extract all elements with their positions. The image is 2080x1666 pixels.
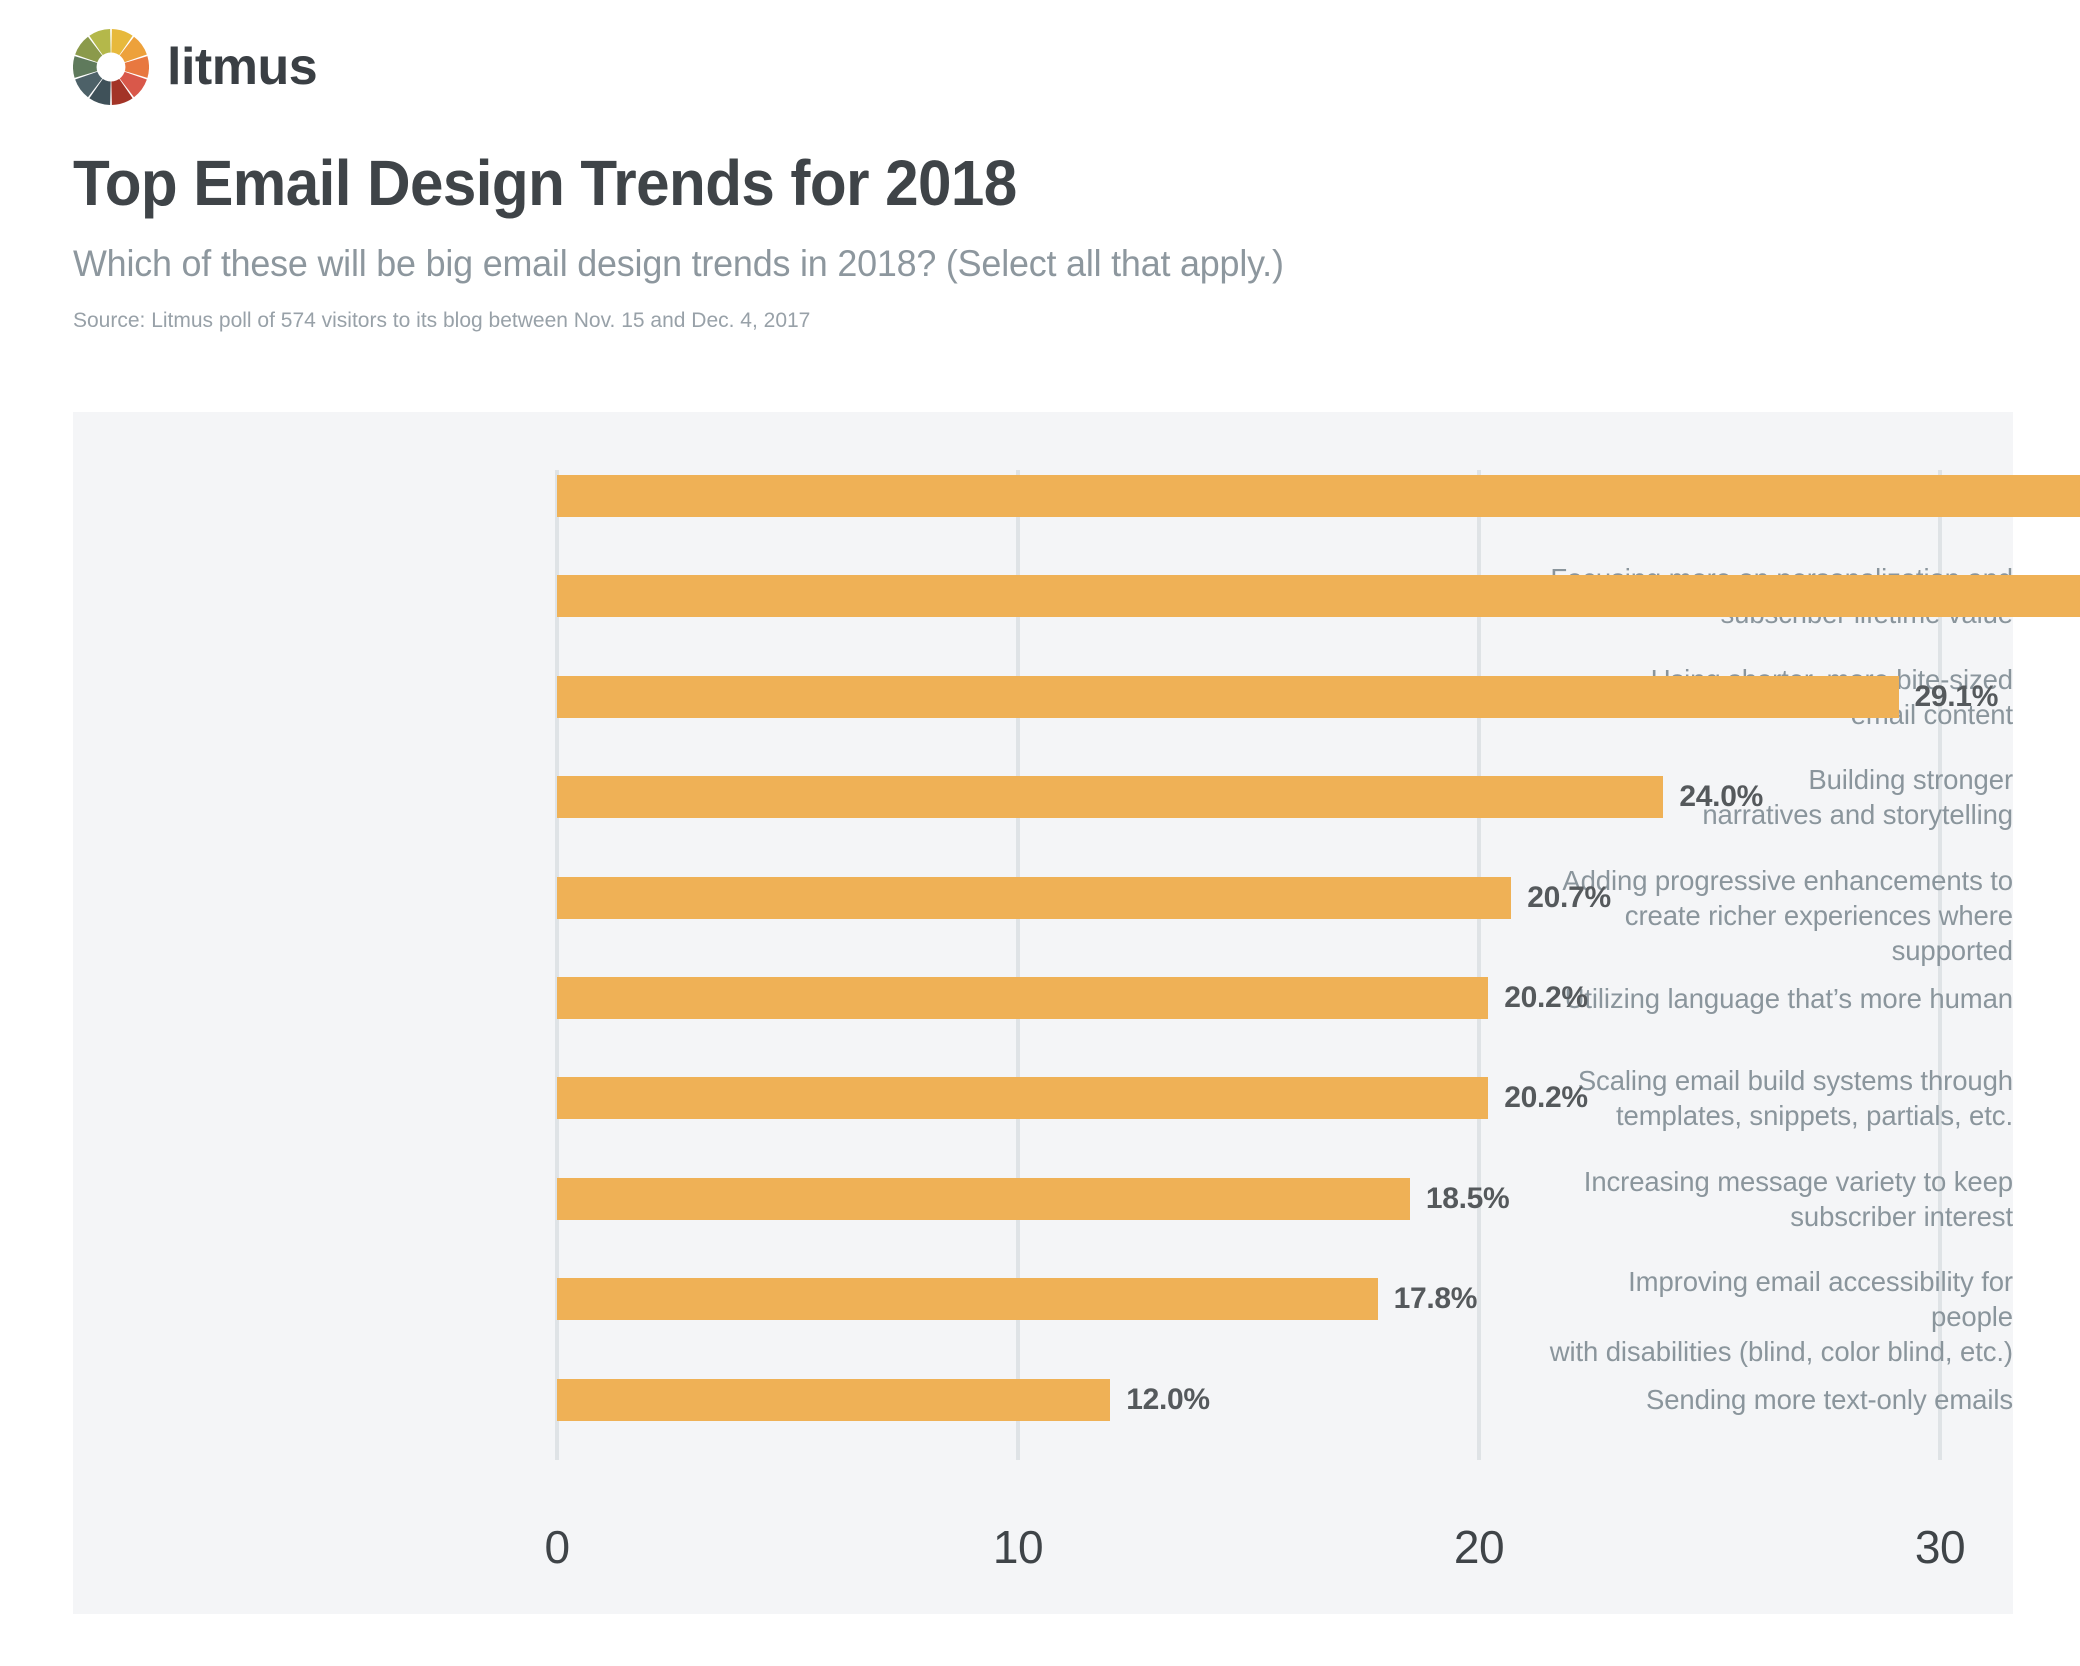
bar	[557, 1077, 1489, 1120]
bar	[557, 675, 1899, 718]
bar-value-label: 29.1%	[1914, 679, 1999, 713]
bar-value-label: 24.0%	[1679, 780, 1763, 814]
bar	[557, 475, 2080, 517]
x-axis-tick-label: 20	[1453, 1521, 1505, 1573]
category-label: Scaling email build systems through temp…	[1577, 1065, 2013, 1132]
bar	[557, 776, 1664, 819]
bar	[557, 876, 1512, 919]
x-axis-tick-label: 30	[1914, 1521, 1966, 1573]
bar-value-label: 20.7%	[1527, 880, 1611, 914]
bar-value-label: 12.0%	[1126, 1382, 1210, 1416]
bar-value-label: 20.2%	[1504, 1081, 1588, 1115]
bar-value-label: 17.8%	[1393, 1282, 1478, 1316]
page-title: Top Email Design Trends for 2018	[73, 147, 1017, 219]
brand-wordmark: litmus	[167, 38, 318, 96]
category-label: Adding progressive enhancements to creat…	[1562, 864, 2013, 966]
chart-panel: Creating interactive email experiences44…	[73, 412, 2080, 1614]
chart-page: litmus Top Email Design Trends for 2018 …	[0, 0, 2080, 1666]
bar-value-label: 18.5%	[1425, 1181, 1510, 1215]
page-subtitle: Which of these will be big email design …	[73, 242, 1284, 284]
bar	[557, 1278, 1378, 1321]
x-axis-tick-label: 10	[992, 1521, 1044, 1573]
page-header: litmus Top Email Design Trends for 2018 …	[73, 26, 2013, 333]
bar	[557, 1177, 1410, 1220]
x-axis-tick-label: 0	[544, 1521, 570, 1573]
bar	[557, 575, 2080, 618]
bar	[557, 977, 1489, 1019]
source-note: Source: Litmus poll of 574 visitors to i…	[73, 308, 811, 332]
bar	[557, 1378, 1111, 1421]
litmus-color-wheel-icon	[73, 29, 149, 105]
category-label: Improving email accessibility for people…	[1549, 1266, 2013, 1368]
gridline	[1477, 470, 1481, 1460]
bar-value-label: 20.2%	[1504, 981, 1588, 1014]
category-label: Utilizing language that’s more human	[1564, 982, 2013, 1014]
category-label: Increasing message variety to keep subsc…	[1583, 1165, 2013, 1232]
brand-logo: litmus	[73, 26, 2013, 108]
category-label: Sending more text-only emails	[1646, 1384, 2013, 1416]
plot-area: Creating interactive email experiences44…	[73, 412, 2080, 1614]
